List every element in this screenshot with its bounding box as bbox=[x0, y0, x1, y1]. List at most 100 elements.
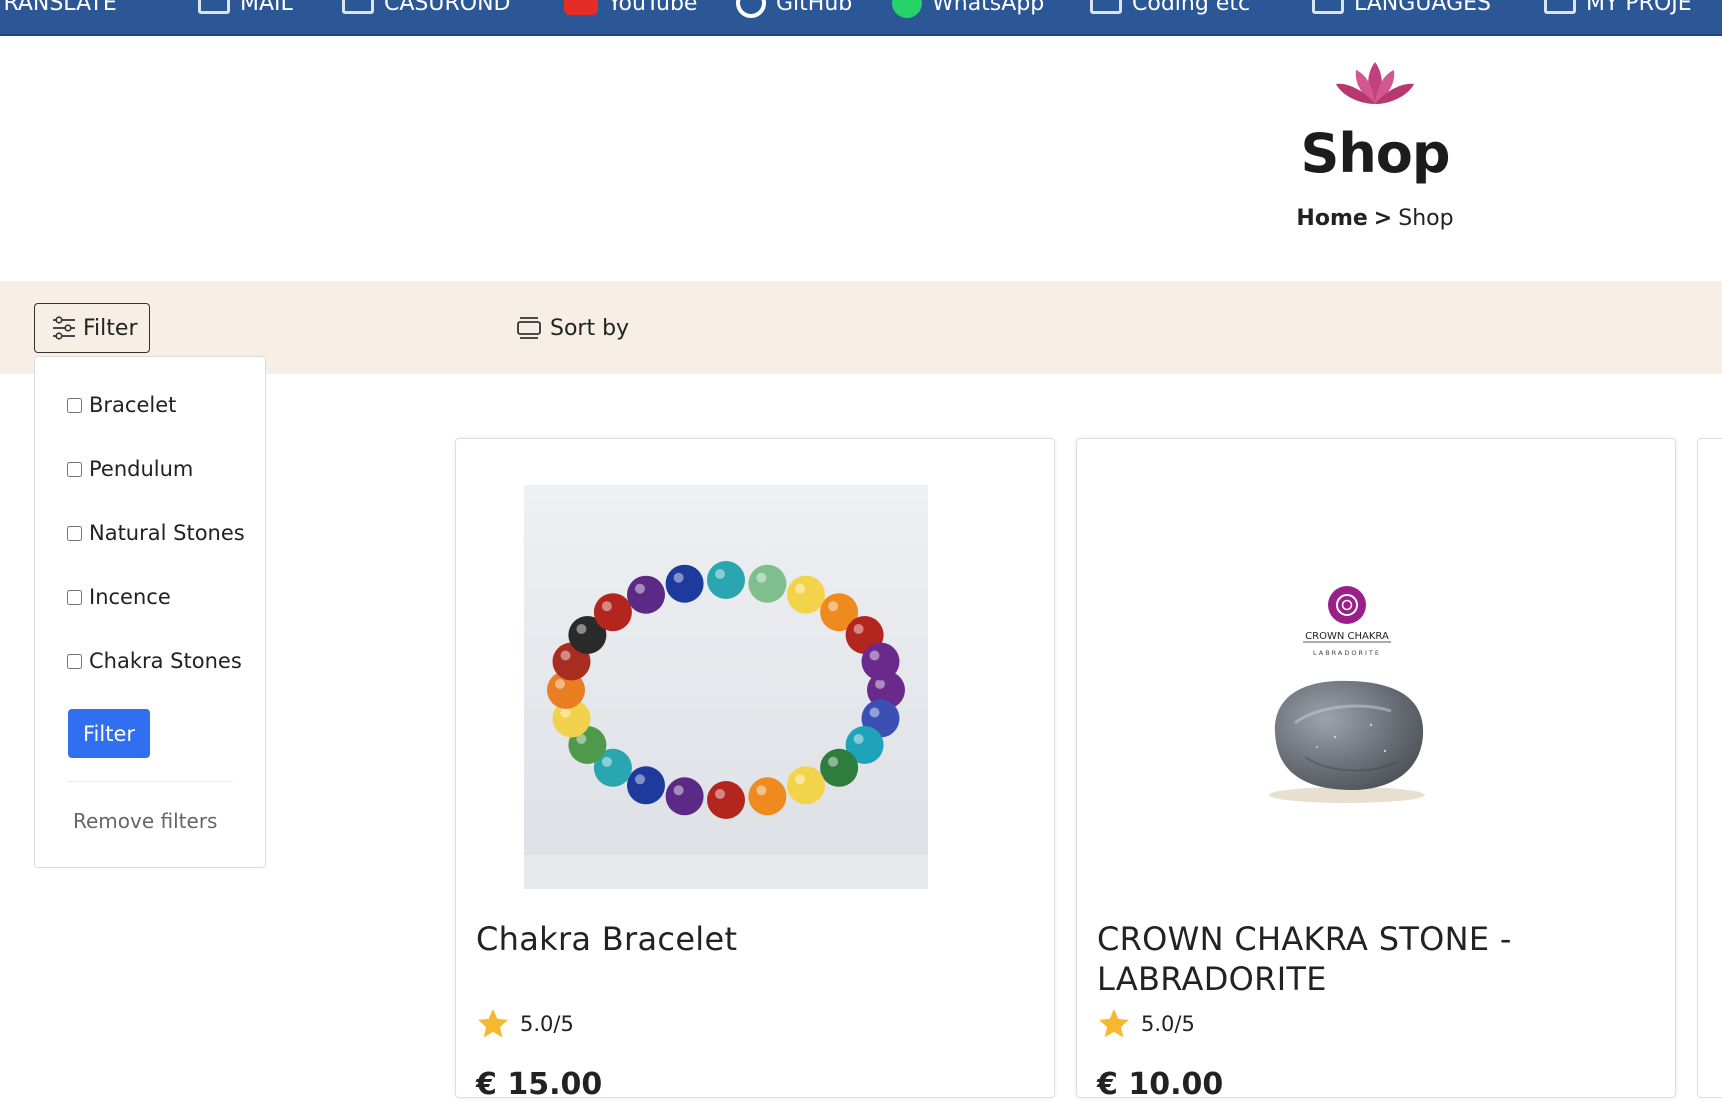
star-icon bbox=[1099, 1009, 1129, 1038]
bead-highlight bbox=[756, 572, 767, 583]
bookmark-label: Coding etc bbox=[1132, 0, 1251, 16]
labradorite-stone-photo[interactable]: CROWN CHAKRA LABRADORITE bbox=[1145, 485, 1549, 889]
bookmark-translate[interactable]: TRANSLATE bbox=[0, 0, 117, 18]
bead-highlight bbox=[560, 650, 571, 661]
bead bbox=[707, 561, 745, 599]
filter-option-label: Incence bbox=[89, 585, 171, 609]
pendulum-checkbox[interactable] bbox=[67, 461, 82, 477]
bookmark-github[interactable]: GitHub bbox=[736, 0, 852, 18]
stone-label-title: CROWN CHAKRA bbox=[1305, 631, 1389, 642]
bead bbox=[707, 781, 745, 819]
filter-toggle-button[interactable]: Filter bbox=[34, 303, 150, 353]
product-name[interactable]: CROWN CHAKRA STONE - LABRADORITE bbox=[1097, 919, 1617, 999]
bookmark-label: YouTube bbox=[608, 0, 698, 16]
filter-option-pendulum[interactable]: Pendulum bbox=[67, 457, 193, 481]
sort-by-button[interactable]: Sort by bbox=[516, 310, 629, 346]
filter-option-incence[interactable]: Incence bbox=[67, 585, 171, 609]
bead bbox=[748, 777, 787, 816]
breadcrumb-separator: > bbox=[1373, 206, 1393, 231]
chakra-stones-checkbox[interactable] bbox=[67, 653, 82, 669]
star-icon bbox=[478, 1009, 508, 1038]
bead-highlight bbox=[576, 624, 587, 634]
sort-by-label: Sort by bbox=[550, 315, 630, 341]
product-rating: 5.0/5 bbox=[476, 1007, 574, 1041]
bead bbox=[627, 766, 665, 805]
product-rating: 5.0/5 bbox=[1097, 1007, 1195, 1041]
bead-highlight bbox=[673, 572, 684, 583]
bookmark-label: LANGUAGES bbox=[1354, 0, 1491, 16]
bead-highlight bbox=[673, 785, 684, 796]
bead-highlight bbox=[795, 583, 805, 594]
filter-option-label: Chakra Stones bbox=[89, 649, 242, 673]
bead-highlight bbox=[635, 774, 645, 785]
bookmark-label: MAIL bbox=[240, 0, 293, 16]
bookmark-label: TRANSLATE bbox=[0, 0, 117, 16]
bookmark-label: WhatsApp bbox=[932, 0, 1045, 16]
bead bbox=[787, 766, 825, 805]
bead bbox=[593, 593, 632, 632]
bead-highlight bbox=[828, 601, 839, 612]
folder-icon bbox=[1312, 0, 1344, 14]
bookmark-coding[interactable]: Coding etc bbox=[1090, 0, 1250, 18]
bead-highlight bbox=[715, 789, 725, 799]
apply-filter-button[interactable]: Filter bbox=[68, 709, 150, 758]
bookmark-label: CASUROND bbox=[384, 0, 511, 16]
bead-highlight bbox=[875, 679, 885, 689]
bracelet-checkbox[interactable] bbox=[67, 397, 82, 413]
filter-option-label: Pendulum bbox=[89, 457, 194, 481]
bead bbox=[627, 575, 665, 614]
rating-value: 5.0/5 bbox=[1141, 1012, 1195, 1036]
filter-option-bracelet[interactable]: Bracelet bbox=[67, 393, 176, 417]
bead bbox=[861, 642, 900, 681]
filter-option-natural-stones[interactable]: Natural Stones bbox=[67, 521, 245, 545]
bead bbox=[665, 777, 704, 816]
bookmark-youtube[interactable]: YouTube bbox=[564, 0, 697, 18]
bookmark-label: GitHub bbox=[776, 0, 853, 16]
breadcrumb-current: Shop bbox=[1398, 206, 1454, 231]
bead-highlight bbox=[828, 756, 839, 767]
sort-icon bbox=[517, 317, 541, 339]
bead-highlight bbox=[853, 734, 864, 744]
product-card[interactable]: CROWN CHAKRA LABRADORITE CROWN CHAKRA ST… bbox=[1076, 438, 1676, 1102]
folder-icon bbox=[1090, 0, 1122, 14]
natural-stones-checkbox[interactable] bbox=[67, 525, 82, 541]
bookmark-casurond[interactable]: CASUROND bbox=[342, 0, 510, 18]
bead bbox=[665, 564, 704, 603]
bead-highlight bbox=[715, 569, 725, 579]
bead bbox=[748, 564, 787, 603]
filter-dropdown: Bracelet Pendulum Natural Stones Incence… bbox=[34, 356, 266, 868]
bead-highlight bbox=[555, 679, 565, 689]
bead-highlight bbox=[795, 774, 805, 785]
filter-toggle-label: Filter bbox=[83, 315, 138, 341]
bead-highlight bbox=[869, 650, 880, 661]
bead-highlight bbox=[635, 583, 645, 594]
breadcrumb-home-link[interactable]: Home bbox=[1296, 206, 1367, 231]
remove-filters-link[interactable]: Remove filters bbox=[73, 809, 217, 833]
whatsapp-icon bbox=[892, 0, 922, 18]
bead-highlight bbox=[601, 756, 612, 767]
bookmark-mail[interactable]: MAIL bbox=[198, 0, 293, 18]
bead bbox=[787, 575, 825, 614]
bookmark-label: MY PROJE bbox=[1586, 0, 1692, 16]
product-card[interactable]: Chakra Bracelet 5.0/5 € 15.00 bbox=[455, 438, 1055, 1102]
incence-checkbox[interactable] bbox=[67, 589, 82, 605]
sliders-icon bbox=[53, 316, 75, 340]
bead-highlight bbox=[601, 601, 612, 612]
bead-highlight bbox=[756, 785, 767, 796]
folder-icon bbox=[198, 0, 230, 14]
chakra-bracelet-photo[interactable] bbox=[524, 485, 928, 889]
bookmark-whatsapp[interactable]: WhatsApp bbox=[892, 0, 1044, 18]
bead-highlight bbox=[869, 707, 880, 718]
filter-option-chakra-stones[interactable]: Chakra Stones bbox=[67, 649, 242, 673]
breadcrumb: Home > Shop bbox=[1250, 206, 1500, 231]
product-price: € 10.00 bbox=[1097, 1067, 1224, 1102]
bookmark-languages[interactable]: LANGUAGES bbox=[1312, 0, 1491, 18]
filter-option-label: Bracelet bbox=[89, 393, 177, 417]
github-icon bbox=[736, 0, 766, 18]
product-card-partial[interactable] bbox=[1697, 438, 1722, 1098]
product-price: € 15.00 bbox=[476, 1067, 603, 1102]
product-name[interactable]: Chakra Bracelet bbox=[476, 919, 996, 959]
folder-icon bbox=[1544, 0, 1576, 14]
bead-highlight bbox=[853, 624, 864, 634]
bookmark-projects[interactable]: MY PROJE bbox=[1544, 0, 1692, 18]
